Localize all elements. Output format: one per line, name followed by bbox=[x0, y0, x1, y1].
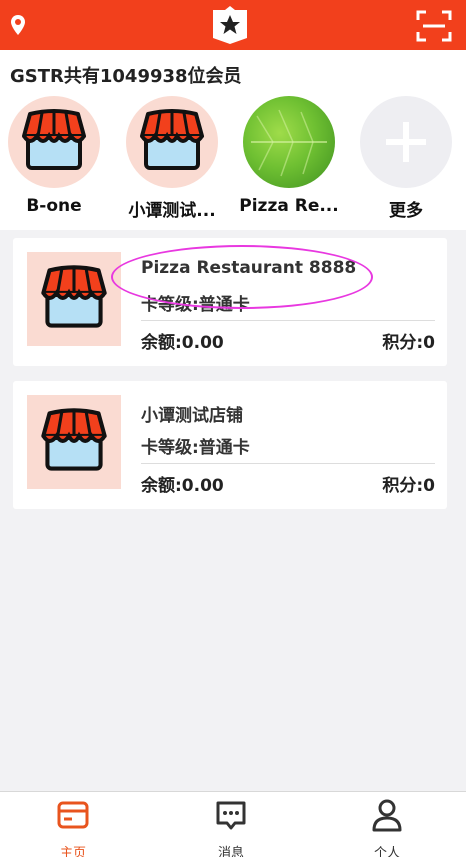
shop-avatar-leaf-image bbox=[243, 96, 335, 188]
tab-messages[interactable]: 消息 bbox=[171, 798, 291, 857]
storefront-icon bbox=[41, 408, 107, 471]
tab-label: 主页 bbox=[59, 846, 86, 857]
bottom-tab-bar: 主页 消息 个人 bbox=[0, 791, 466, 857]
card-balance: 余额:0.00 bbox=[141, 476, 224, 496]
top-bar bbox=[0, 0, 466, 50]
card-balance: 余额:0.00 bbox=[141, 333, 224, 353]
tab-label: 个人 bbox=[373, 846, 400, 857]
shop-name: 小谭测试... bbox=[128, 201, 216, 221]
shop-name: Pizza Re... bbox=[239, 196, 339, 216]
star-badge-icon bbox=[213, 6, 247, 44]
add-circle bbox=[360, 96, 452, 188]
storefront-icon bbox=[22, 109, 86, 170]
card-thumbnail bbox=[27, 252, 121, 346]
shop-avatar bbox=[126, 96, 218, 188]
more-shops-button[interactable]: 更多 bbox=[354, 96, 458, 221]
shop-shortcut-b-one[interactable]: B-one bbox=[2, 96, 106, 216]
members-title: GSTR共有1049938位会员 bbox=[10, 66, 242, 87]
storefront-icon bbox=[140, 109, 204, 170]
more-label: 更多 bbox=[389, 201, 423, 221]
shop-shortcut-pizza[interactable]: Pizza Re... bbox=[237, 96, 341, 216]
card-divider bbox=[141, 320, 435, 321]
membership-card[interactable]: 小谭测试店铺 卡等级:普通卡 余额:0.00 积分:0 bbox=[13, 381, 447, 509]
location-pin-icon[interactable] bbox=[10, 14, 26, 36]
card-shop-name: 小谭测试店铺 bbox=[141, 406, 243, 426]
shop-name: B-one bbox=[26, 196, 82, 216]
card-divider bbox=[141, 463, 435, 464]
message-icon bbox=[216, 801, 246, 830]
home-card-icon bbox=[57, 801, 89, 829]
card-points: 积分:0 bbox=[382, 476, 435, 496]
tab-profile[interactable]: 个人 bbox=[327, 798, 447, 857]
shop-shortcut-xiaotan[interactable]: 小谭测试... bbox=[120, 96, 224, 221]
tab-home[interactable]: 主页 bbox=[13, 798, 133, 857]
tab-label: 消息 bbox=[217, 846, 244, 857]
leaf-texture bbox=[251, 109, 327, 177]
card-thumbnail bbox=[27, 395, 121, 489]
person-icon bbox=[372, 799, 402, 832]
scan-icon[interactable] bbox=[416, 10, 452, 42]
highlight-ellipse bbox=[111, 245, 373, 309]
card-points: 积分:0 bbox=[382, 333, 435, 353]
plus-icon bbox=[386, 122, 426, 162]
shop-avatar bbox=[8, 96, 100, 188]
card-level: 卡等级:普通卡 bbox=[141, 438, 250, 458]
storefront-icon bbox=[41, 265, 107, 328]
